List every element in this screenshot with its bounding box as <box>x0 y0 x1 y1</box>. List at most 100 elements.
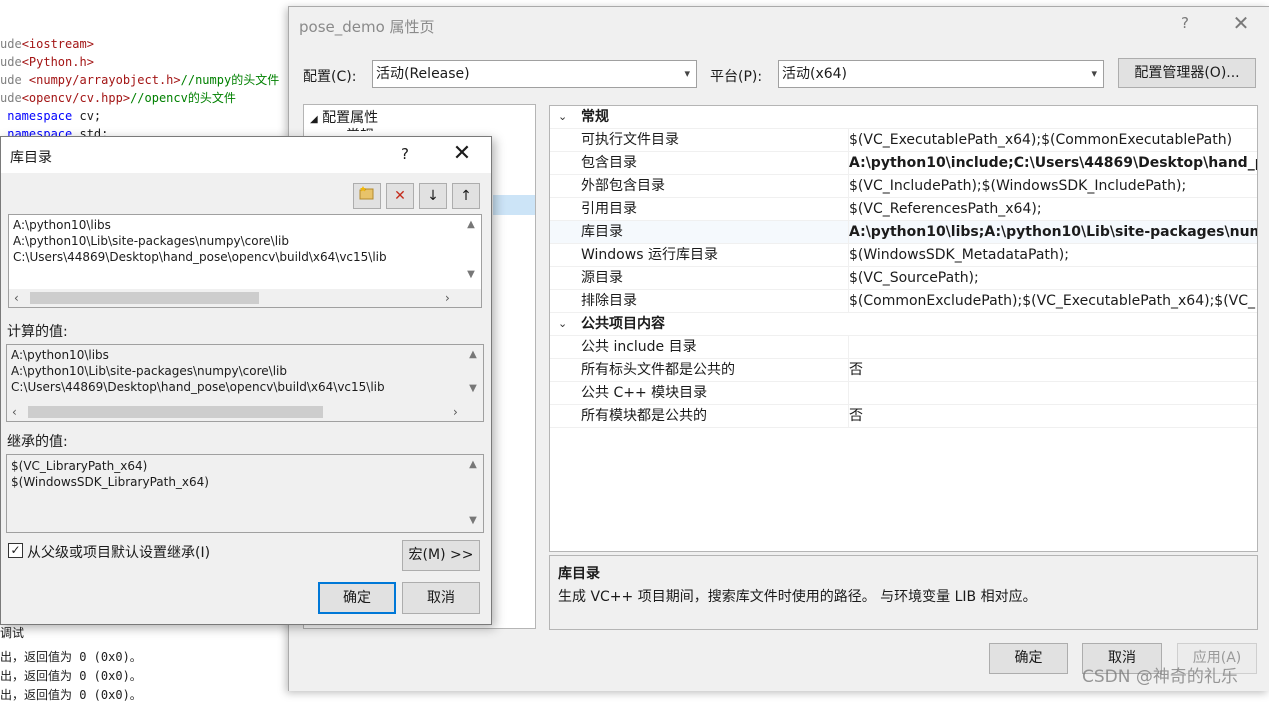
property-value[interactable] <box>848 336 1257 358</box>
paths-list[interactable]: A:\python10\libs A:\python10\Lib\site-pac… <box>8 214 482 308</box>
ok-button[interactable]: 确定 <box>318 582 396 614</box>
property-name: 包含目录 <box>581 155 637 171</box>
property-row[interactable]: 所有模块都是公共的 否 <box>550 405 1257 428</box>
move-up-icon: ↑ <box>460 188 472 204</box>
property-category[interactable]: ⌄ 公共项目内容 <box>550 313 1257 336</box>
list-item[interactable]: A:\python10\libs <box>13 217 111 233</box>
cancel-button[interactable]: 取消 <box>402 582 480 614</box>
ok-button[interactable]: 确定 <box>989 643 1068 674</box>
scrollbar-thumb[interactable] <box>30 292 259 304</box>
code-line: namespace cv; <box>0 107 101 125</box>
scroll-down-icon[interactable]: ▼ <box>467 515 479 526</box>
list-item[interactable]: C:\Users\44869\Desktop\hand_pose\opencv\… <box>13 249 387 265</box>
delete-icon: ✕ <box>394 188 406 204</box>
property-row[interactable]: 公共 C++ 模块目录 <box>550 382 1257 405</box>
horizontal-scrollbar[interactable]: ‹ › <box>9 289 481 307</box>
code-token: ude <box>0 91 22 105</box>
horizontal-scrollbar[interactable]: ‹ › <box>7 403 483 421</box>
code-token: <iostream> <box>21 37 94 51</box>
move-down-icon: ↓ <box>427 188 439 204</box>
config-manager-button[interactable]: 配置管理器(O)... <box>1118 58 1256 88</box>
help-button[interactable]: ? <box>1175 14 1195 32</box>
move-up-button[interactable]: ↑ <box>452 183 480 209</box>
property-row[interactable]: 引用目录 $(VC_ReferencesPath_x64); <box>550 198 1257 221</box>
property-name: 所有模块都是公共的 <box>581 408 707 424</box>
property-row[interactable]: 排除目录 $(CommonExcludePath);$(VC_Executable… <box>550 290 1257 313</box>
tree-item-config-properties[interactable]: ◢ 配置属性 <box>310 107 378 127</box>
inherited-values-list: $(VC_LibraryPath_x64) $(WindowsSDK_Librar… <box>6 454 484 533</box>
scroll-right-icon[interactable]: › <box>445 289 450 307</box>
property-value[interactable] <box>848 382 1257 404</box>
new-line-button[interactable] <box>353 183 381 209</box>
property-value[interactable]: $(VC_ExecutablePath_x64);$(CommonExecuta… <box>848 129 1257 151</box>
inherit-checkbox[interactable]: ✓ <box>8 543 23 558</box>
scroll-right-icon[interactable]: › <box>453 403 458 421</box>
chevron-down-icon: ▾ <box>684 67 690 80</box>
property-value[interactable]: $(WindowsSDK_MetadataPath); <box>848 244 1257 266</box>
dialog-title: pose_demo 属性页 <box>299 18 435 36</box>
platform-select[interactable]: 活动(x64) ▾ <box>778 60 1104 88</box>
property-row[interactable]: 外部包含目录 $(VC_IncludePath);$(WindowsSDK_Inc… <box>550 175 1257 198</box>
list-item[interactable]: A:\python10\Lib\site-packages\numpy\core… <box>13 233 289 249</box>
code-token: <numpy/arrayobject.h> <box>28 73 181 87</box>
list-item[interactable]: A:\python10\Lib\site-packages\numpy\core… <box>11 363 287 379</box>
collapse-chevron-icon[interactable]: ⌄ <box>558 106 567 128</box>
property-row[interactable]: Windows 运行库目录 $(WindowsSDK_MetadataPath); <box>550 244 1257 267</box>
description-panel: 库目录 生成 VC++ 项目期间，搜索库文件时使用的路径。 与环境变量 LIB … <box>549 555 1258 630</box>
list-item[interactable]: A:\python10\libs <box>11 347 109 363</box>
inherit-checkbox-label[interactable]: 从父级或项目默认设置继承(I) <box>27 542 210 562</box>
help-button[interactable]: ? <box>397 145 413 163</box>
scroll-up-icon[interactable]: ▲ <box>465 219 477 230</box>
property-name: 公共 include 目录 <box>581 339 697 355</box>
property-value[interactable]: 否 <box>848 405 1257 427</box>
list-item[interactable]: $(WindowsSDK_LibraryPath_x64) <box>11 474 209 490</box>
property-name: 公共项目内容 <box>581 316 665 332</box>
property-row[interactable]: 库目录 A:\python10\libs;A:\python10\Lib\site… <box>550 221 1257 244</box>
property-value[interactable]: A:\python10\libs;A:\python10\Lib\site-pa… <box>848 221 1257 243</box>
scroll-up-icon[interactable]: ▲ <box>467 349 479 360</box>
output-panel-header: 调试 <box>0 622 300 642</box>
property-row[interactable]: 所有标头文件都是公共的 否 <box>550 359 1257 382</box>
code-token: namespace <box>0 109 73 123</box>
property-name: 公共 C++ 模块目录 <box>581 385 708 401</box>
property-value[interactable]: $(CommonExcludePath);$(VC_ExecutablePath… <box>848 290 1257 312</box>
scroll-left-icon[interactable]: ‹ <box>12 403 17 421</box>
property-value[interactable]: 否 <box>848 359 1257 381</box>
close-button[interactable]: ✕ <box>451 141 473 166</box>
code-token: ude <box>0 73 29 87</box>
scroll-up-icon[interactable]: ▲ <box>467 459 479 470</box>
scroll-left-icon[interactable]: ‹ <box>14 289 19 307</box>
library-directories-dialog: 库目录 ? ✕ ✕ ↓ ↑ A:\python10\libs A:\python1… <box>0 136 492 625</box>
macros-button[interactable]: 宏(M) >> <box>402 540 480 571</box>
property-value[interactable]: A:\python10\include;C:\Users\44869\Deskt… <box>848 152 1257 174</box>
code-line: ude<iostream> <box>0 35 94 53</box>
property-grid[interactable]: ⌄ 常规 可执行文件目录 $(VC_ExecutablePath_x64);$(Com… <box>549 105 1258 552</box>
close-button[interactable]: ✕ <box>1229 11 1253 35</box>
scrollbar-thumb[interactable] <box>28 406 323 418</box>
property-value[interactable]: $(VC_IncludePath);$(WindowsSDK_IncludePa… <box>848 175 1257 197</box>
code-line: ude <numpy/arrayobject.h>//numpy的头文件 <box>0 71 279 89</box>
tree-item-general[interactable]: 常规 <box>346 125 374 131</box>
collapse-chevron-icon[interactable]: ⌄ <box>558 313 567 335</box>
property-name: Windows 运行库目录 <box>581 247 718 263</box>
property-row[interactable]: 源目录 $(VC_SourcePath); <box>550 267 1257 290</box>
property-row[interactable]: 包含目录 A:\python10\include;C:\Users\44869\D… <box>550 152 1257 175</box>
config-select[interactable]: 活动(Release) ▾ <box>372 60 697 88</box>
move-down-button[interactable]: ↓ <box>419 183 447 209</box>
description-text: 生成 VC++ 项目期间，搜索库文件时使用的路径。 与环境变量 LIB 相对应。 <box>558 589 1037 605</box>
list-item[interactable]: C:\Users\44869\Desktop\hand_pose\opencv\… <box>11 379 385 395</box>
property-value[interactable]: $(VC_ReferencesPath_x64); <box>848 198 1257 220</box>
list-item[interactable]: $(VC_LibraryPath_x64) <box>11 458 147 474</box>
property-name: 源目录 <box>581 270 623 286</box>
property-row[interactable]: 公共 include 目录 <box>550 336 1257 359</box>
scroll-down-icon[interactable]: ▼ <box>465 269 477 280</box>
property-category[interactable]: ⌄ 常规 <box>550 106 1257 129</box>
output-line: 出，返回值为 0 (0x0)。 <box>0 688 142 702</box>
platform-select-value: 活动(x64) <box>782 66 848 82</box>
computed-values-list: A:\python10\libs A:\python10\Lib\site-pac… <box>6 344 484 422</box>
scroll-down-icon[interactable]: ▼ <box>467 383 479 394</box>
property-value[interactable]: $(VC_SourcePath); <box>848 267 1257 289</box>
delete-line-button[interactable]: ✕ <box>386 183 414 209</box>
tree-item-selected[interactable] <box>493 195 535 215</box>
property-row[interactable]: 可执行文件目录 $(VC_ExecutablePath_x64);$(Common… <box>550 129 1257 152</box>
